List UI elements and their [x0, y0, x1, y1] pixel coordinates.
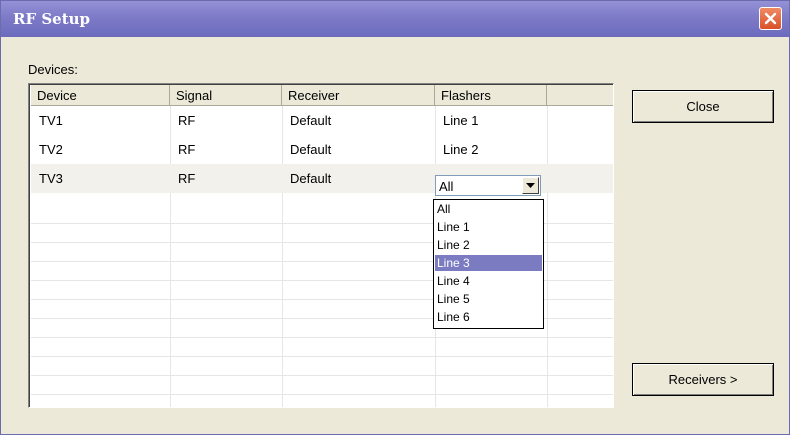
dropdown-option-line-2[interactable]: Line 2 — [435, 237, 542, 253]
signal-cell: RF — [178, 142, 196, 157]
window-title: RF Setup — [13, 10, 91, 28]
dropdown-option-line-1[interactable]: Line 1 — [435, 219, 542, 235]
flashers-dropdown-list[interactable]: All Line 1 Line 2 Line 3 Line 4 Line 5 L… — [433, 199, 544, 329]
dropdown-option-line-3[interactable]: Line 3 — [435, 255, 542, 271]
column-header-device[interactable]: Device — [31, 85, 170, 106]
flashers-cell: Line 2 — [443, 142, 479, 157]
receiver-cell: Default — [290, 142, 332, 157]
flashers-selected-value: All — [439, 179, 454, 194]
receivers-button[interactable]: Receivers > — [632, 363, 774, 396]
title-bar[interactable]: RF Setup — [1, 1, 789, 37]
column-header-flashers[interactable]: Flashers — [435, 85, 547, 106]
receiver-cell: Default — [290, 113, 332, 128]
column-header-empty[interactable] — [547, 85, 613, 106]
receiver-cell: Default — [290, 171, 332, 186]
flashers-cell: Line 1 — [443, 113, 479, 128]
dropdown-option-line-4[interactable]: Line 4 — [435, 273, 542, 289]
chevron-down-icon — [526, 182, 535, 188]
close-button[interactable]: Close — [632, 90, 774, 123]
table-row[interactable]: TV1 RF Default Line 1 — [31, 106, 613, 135]
gridline — [31, 356, 613, 357]
device-cell: TV3 — [39, 171, 63, 186]
device-cell: TV2 — [39, 142, 63, 157]
signal-cell: RF — [178, 113, 196, 128]
dropdown-button[interactable] — [522, 177, 539, 194]
list-header: Device Signal Receiver Flashers — [31, 85, 613, 106]
dropdown-option-line-5[interactable]: Line 5 — [435, 291, 542, 307]
dropdown-option-line-6[interactable]: Line 6 — [435, 309, 542, 325]
column-header-signal[interactable]: Signal — [170, 85, 282, 106]
devices-label: Devices: — [28, 62, 78, 77]
rf-setup-dialog: RF Setup Devices: Device Signal Receiver… — [0, 0, 790, 435]
close-window-button[interactable] — [759, 7, 782, 30]
flashers-combo-box[interactable]: All — [435, 175, 541, 196]
signal-cell: RF — [178, 171, 196, 186]
gridline — [31, 337, 613, 338]
gridline — [31, 375, 613, 376]
close-icon — [764, 12, 777, 25]
gridline — [31, 394, 613, 395]
dropdown-option-all[interactable]: All — [435, 201, 542, 217]
column-header-receiver[interactable]: Receiver — [282, 85, 435, 106]
device-cell: TV1 — [39, 113, 63, 128]
table-row[interactable]: TV2 RF Default Line 2 — [31, 135, 613, 164]
